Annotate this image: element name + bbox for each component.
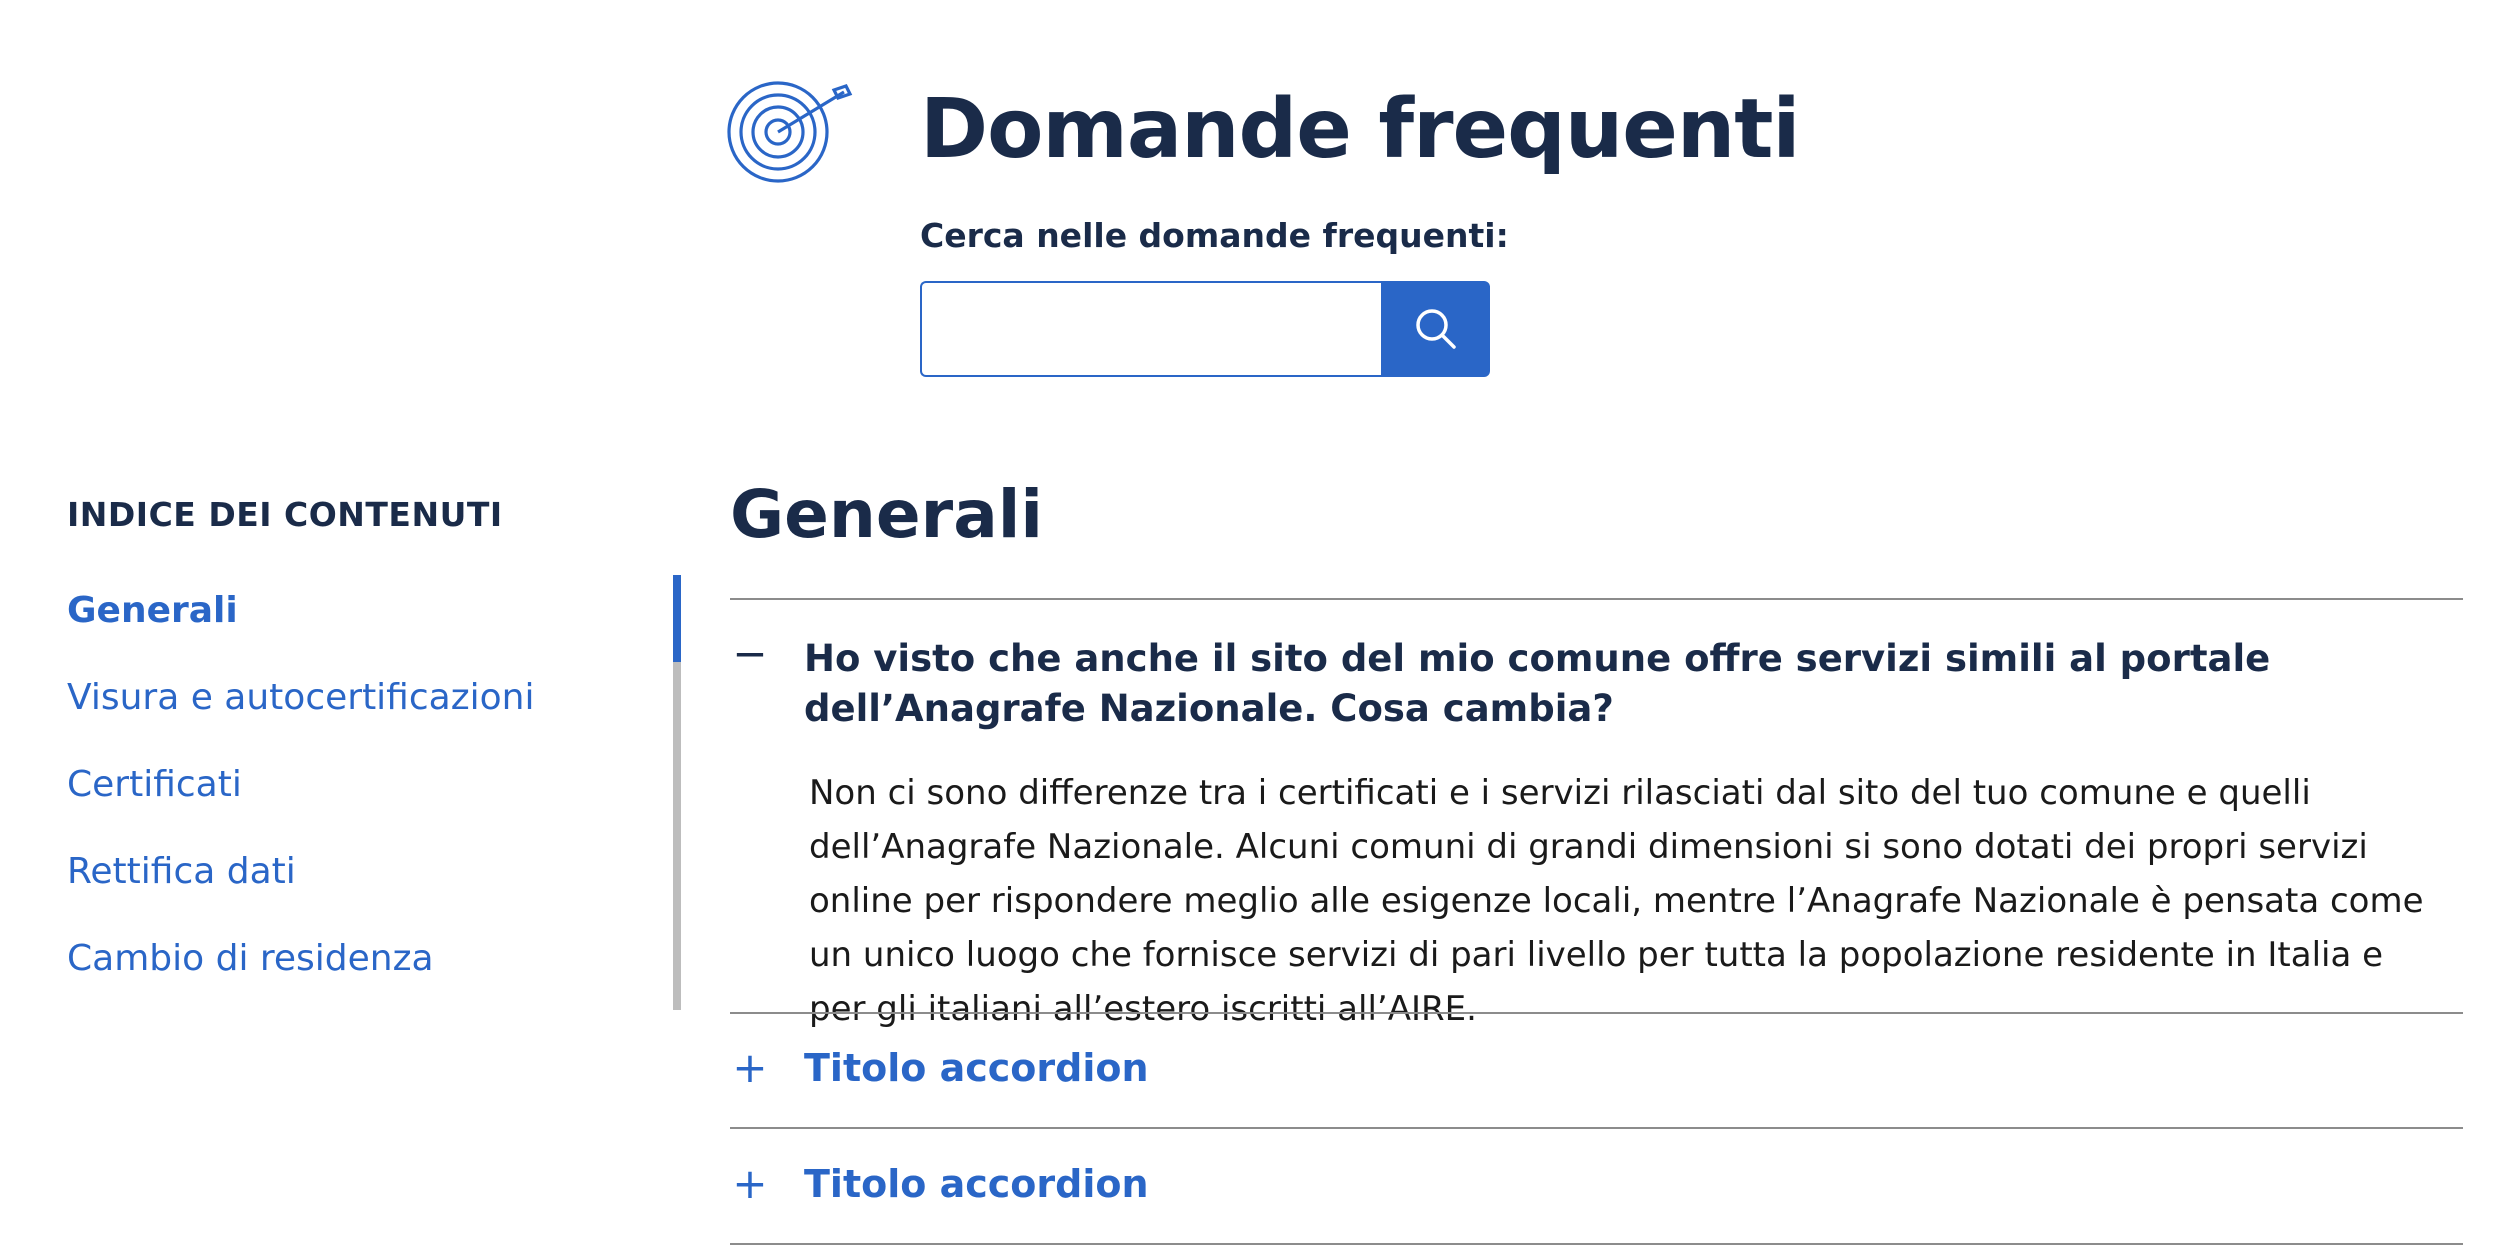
search-icon <box>1415 309 1456 349</box>
collapse-icon[interactable]: − <box>728 632 772 676</box>
accordion-title[interactable]: Ho visto che anche il sito del mio comun… <box>804 634 2354 734</box>
search-label: Cerca nelle domande frequenti: <box>920 216 1509 255</box>
search-input[interactable] <box>920 281 1382 377</box>
accordion-body: Non ci sono differenze tra i certificati… <box>809 773 2424 1029</box>
accordion-title[interactable]: Titolo accordion <box>804 1046 1149 1090</box>
section-title: Generali <box>730 476 1044 553</box>
toc-item-generali[interactable]: Generali <box>67 590 534 677</box>
target-icon <box>727 81 853 183</box>
toc-item-certificati[interactable]: Certificati <box>67 764 534 851</box>
toc-progress-bar <box>673 575 681 662</box>
accordion-title[interactable]: Titolo accordion <box>804 1162 1149 1206</box>
search-button[interactable] <box>1381 281 1490 377</box>
expand-icon[interactable]: + <box>728 1162 772 1206</box>
accordion-divider <box>730 1127 2463 1129</box>
page-title: Domande frequenti <box>920 82 1801 177</box>
toc-item-rettifica-dati[interactable]: Rettifica dati <box>67 851 534 938</box>
toc-item-cambio-di-residenza[interactable]: Cambio di residenza <box>67 938 534 1025</box>
toc-title: INDICE DEI CONTENUTI <box>67 495 503 534</box>
accordion-divider <box>730 598 2463 600</box>
toc-item-visura-e-autocertificazioni[interactable]: Visura e autocertificazioni <box>67 677 534 764</box>
accordion-divider <box>730 1012 2463 1014</box>
expand-icon[interactable]: + <box>728 1046 772 1090</box>
toc-list: Generali Visura e autocertificazioni Cer… <box>67 590 534 1025</box>
